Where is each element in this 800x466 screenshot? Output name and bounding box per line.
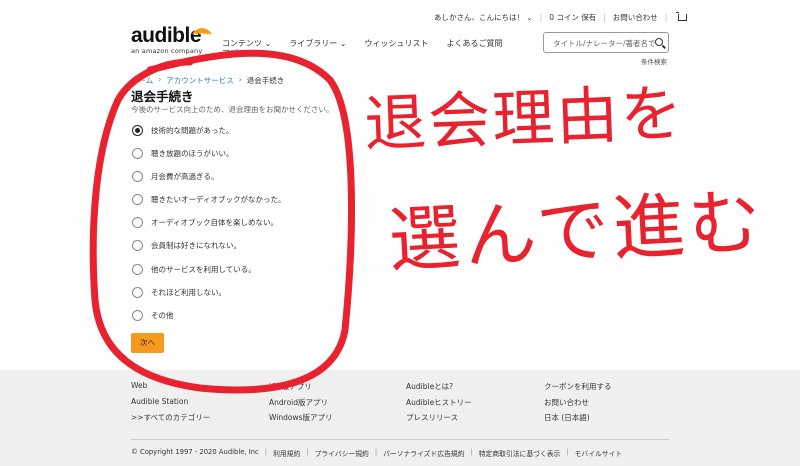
reason-option[interactable]: 聴き放題のほうがいい。 [132, 148, 234, 159]
footer-link[interactable]: プレスリリース [406, 412, 472, 428]
reason-label: それほど利用しない。 [151, 288, 226, 297]
divider: | [566, 448, 569, 456]
search-icon[interactable] [655, 38, 663, 46]
reason-option[interactable]: 月会費が高過ぎる。 [132, 171, 219, 182]
nav-wishlist[interactable]: ウィッシュリスト [365, 38, 429, 49]
footer-link[interactable]: クーポンを利用する [544, 381, 612, 397]
cart-icon[interactable] [676, 12, 688, 21]
reason-label: 技術的な問題があった。 [151, 126, 234, 135]
footer-link[interactable]: Audible Station [131, 397, 210, 413]
reason-label: 聴き放題のほうがいい。 [151, 149, 234, 158]
greeting-menu[interactable]: あしかさん、こんにちは！ ⌄ [434, 12, 533, 23]
divider: | [264, 448, 268, 456]
footer-column: iOS版アプリ Android版アプリ Windows版アプリ [269, 381, 332, 428]
divider: | [539, 13, 543, 22]
nav-faq[interactable]: よくあるご質問 [447, 38, 503, 49]
footer-column: クーポンを利用する お問い合わせ 日本 (日本語) [544, 381, 612, 428]
footer: Web Audible Station >>すべてのカテゴリー iOS版アプリ … [0, 370, 800, 466]
radio-button[interactable] [132, 264, 143, 275]
reason-option[interactable]: 聴きたいオーディオブックがなかった。 [132, 194, 285, 205]
main-nav: コンテンツ ⌄ アプリ ライブラリー ⌄ ウィッシュリスト よくあるご質問 [222, 38, 521, 58]
chevron-down-icon: ⌄ [526, 13, 533, 22]
radio-button[interactable] [132, 217, 143, 228]
terms-link[interactable]: 利用規約 [273, 448, 300, 458]
footer-link[interactable]: Audibleとは? [406, 381, 472, 397]
footer-link[interactable]: iOS版アプリ [269, 381, 332, 397]
radio-button[interactable] [132, 240, 143, 251]
footer-column: Web Audible Station >>すべてのカテゴリー [131, 381, 210, 428]
reason-option[interactable]: 他のサービスを利用している。 [132, 264, 256, 275]
page-title: 退会手続き [131, 89, 194, 104]
footer-link[interactable]: Audibleヒストリー [406, 397, 472, 413]
radio-button[interactable] [132, 194, 143, 205]
nav-library[interactable]: ライブラリー ⌄ [289, 38, 346, 49]
breadcrumb: ホーム › アカウントサービス › 退会手続き [131, 75, 284, 86]
footer-link[interactable]: 日本 (日本語) [544, 412, 612, 428]
reason-option[interactable]: それほど利用しない。 [132, 287, 226, 298]
reason-option[interactable]: 会員制は好きになれない。 [132, 240, 241, 251]
breadcrumb-separator: › [238, 75, 242, 84]
audible-logo[interactable]: audible an amazon company [131, 25, 212, 55]
privacy-link[interactable]: プライバシー規約 [315, 448, 369, 458]
footer-column: Audibleとは? Audibleヒストリー プレスリリース [406, 381, 472, 428]
breadcrumb-home[interactable]: ホーム [131, 75, 153, 86]
advanced-search-link[interactable]: 条件検索 [641, 56, 667, 66]
reason-label: 聴きたいオーディオブックがなかった。 [151, 195, 286, 204]
radio-button[interactable] [132, 148, 143, 159]
search-input[interactable]: タイトル/ナレーター/著者名で [543, 32, 669, 53]
divider: | [603, 13, 606, 22]
reason-option[interactable]: オーディオブック自体を楽しめない。 [132, 217, 278, 228]
commerce-law-link[interactable]: 特定商取引法に基づく表示 [479, 448, 561, 458]
chevron-down-icon: ⌄ [264, 39, 272, 48]
annotation-line2: 選んで進む [386, 179, 767, 283]
radio-button-selected[interactable] [132, 125, 143, 136]
copyright: © Copyright 1997 - 2020 Audible, Inc [131, 448, 259, 456]
breadcrumb-current: 退会手続き [246, 76, 285, 85]
footer-link[interactable]: Web [131, 381, 210, 397]
footer-divider [131, 439, 669, 440]
coin-balance[interactable]: 0 コイン 保有 [549, 12, 596, 23]
footer-link[interactable]: >>すべてのカテゴリー [131, 412, 210, 428]
footer-link[interactable]: Android版アプリ [269, 397, 332, 413]
search-placeholder: タイトル/ナレーター/著者名で [553, 39, 656, 48]
footer-legal: © Copyright 1997 - 2020 Audible, Inc | 利… [131, 448, 622, 458]
nav-app[interactable]: アプリ [222, 48, 246, 59]
annotation-line1: 退会理由を [363, 76, 686, 161]
radio-button[interactable] [132, 287, 143, 298]
divider: | [470, 448, 473, 456]
chevron-down-icon: ⌄ [339, 39, 347, 48]
page-subtitle: 今後のサービス向上のため、退会理由をお聞かせください。 [131, 105, 334, 114]
breadcrumb-account[interactable]: アカウントサービス [166, 75, 234, 86]
contact-link[interactable]: お問い合わせ [613, 12, 658, 23]
utility-bar: あしかさん、こんにちは！ ⌄ | 0 コイン 保有 | お問い合わせ | [434, 12, 688, 23]
radio-button[interactable] [132, 310, 143, 321]
radio-button[interactable] [132, 171, 143, 182]
footer-link[interactable]: Windows版アプリ [269, 412, 332, 428]
breadcrumb-separator: › [158, 75, 162, 84]
reason-label: その他 [151, 311, 174, 320]
mobile-site-link[interactable]: モバイルサイト [575, 448, 623, 458]
reason-label: 会員制は好きになれない。 [151, 241, 241, 250]
reason-label: 月会費が高過ぎる。 [151, 172, 219, 181]
divider: | [374, 448, 378, 456]
reason-label: 他のサービスを利用している。 [151, 265, 256, 274]
ads-policy-link[interactable]: パーソナライズド広告規約 [383, 448, 464, 458]
reason-label: オーディオブック自体を楽しめない。 [151, 218, 278, 227]
signal-arcs-icon [192, 28, 212, 35]
divider: | [306, 448, 309, 456]
nav-content[interactable]: コンテンツ ⌄ アプリ [222, 38, 272, 58]
divider: | [664, 13, 668, 22]
next-button[interactable]: 次へ [131, 333, 164, 353]
footer-link[interactable]: お問い合わせ [544, 397, 612, 413]
logo-tagline: an amazon company [131, 47, 203, 55]
reason-option[interactable]: 技術的な問題があった。 [132, 125, 234, 136]
reason-option[interactable]: その他 [132, 310, 174, 321]
